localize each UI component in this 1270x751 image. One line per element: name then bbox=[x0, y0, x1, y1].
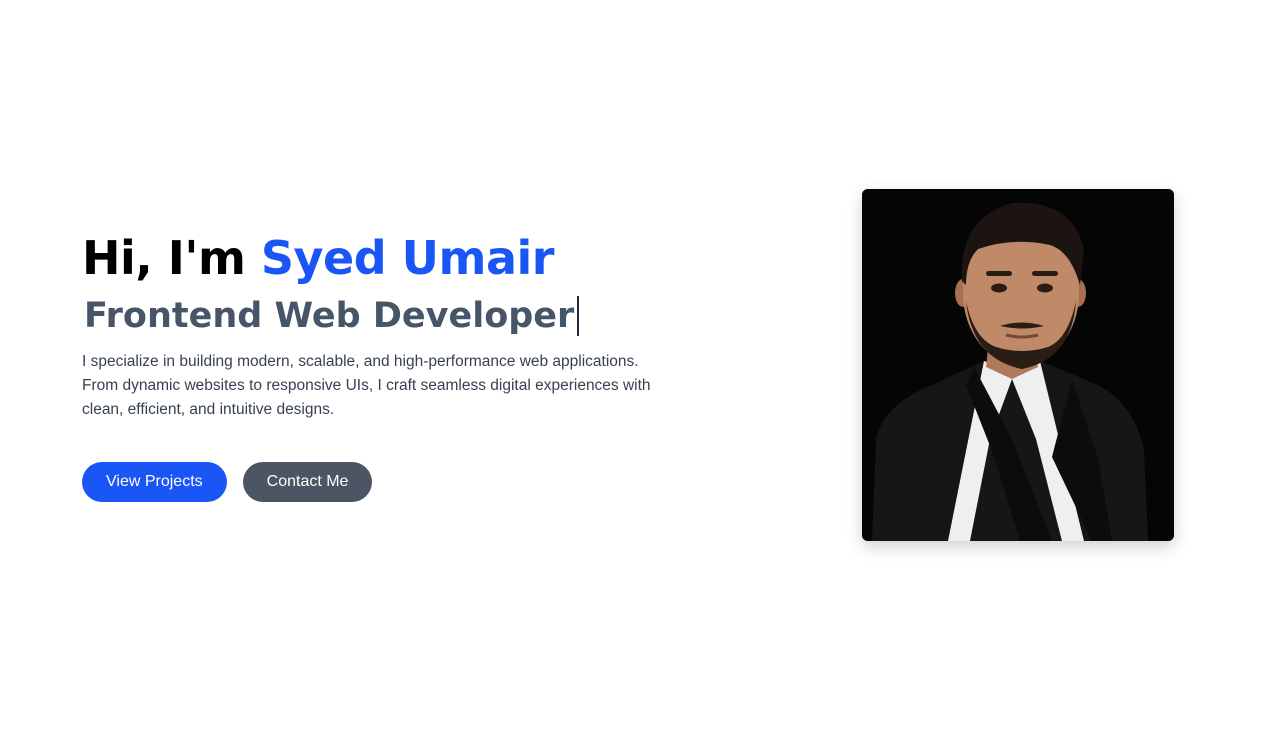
developer-name: Syed Umair bbox=[260, 231, 555, 285]
hero-intro: Hi, I'm Syed Umair Frontend Web Develope… bbox=[82, 228, 682, 502]
profile-photo bbox=[862, 189, 1174, 541]
hero-actions: View Projects Contact Me bbox=[82, 462, 682, 502]
hero-heading: Hi, I'm Syed Umair bbox=[82, 228, 682, 288]
contact-me-button[interactable]: Contact Me bbox=[242, 462, 373, 502]
hero-description: I specialize in building modern, scalabl… bbox=[82, 353, 651, 418]
greeting-prefix: Hi, I'm bbox=[82, 231, 261, 285]
typing-caret bbox=[577, 296, 580, 336]
role-typewriter: Frontend Web Developer bbox=[84, 292, 682, 340]
profile-portrait-illustration bbox=[862, 189, 1174, 541]
hero-section: Hi, I'm Syed Umair Frontend Web Develope… bbox=[0, 0, 1270, 751]
view-projects-button[interactable]: View Projects bbox=[82, 462, 227, 502]
role-text: Frontend Web Developer bbox=[84, 296, 575, 336]
